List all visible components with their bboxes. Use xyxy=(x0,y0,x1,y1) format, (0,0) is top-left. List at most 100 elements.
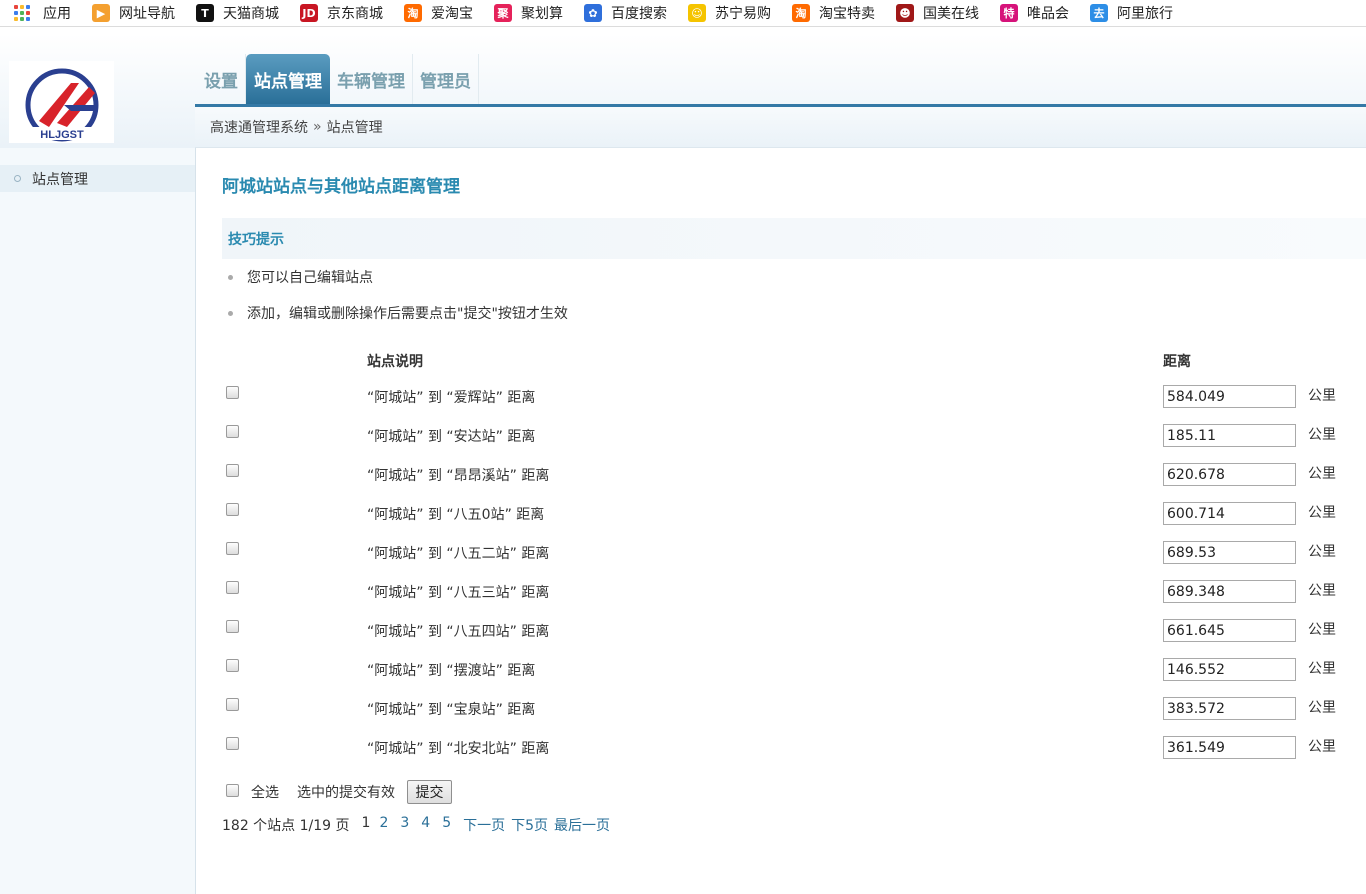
gome-icon: ☻ xyxy=(896,4,914,22)
column-header-desc: 站点说明 xyxy=(367,354,423,370)
unit-label: 公里 xyxy=(1308,700,1336,716)
next-page-link[interactable]: 下一页 xyxy=(463,815,505,835)
baidu-paw-icon: ✿ xyxy=(584,4,602,22)
page-link-1[interactable]: 1 xyxy=(362,815,371,835)
bookmark-tmall[interactable]: T 天猫商城 xyxy=(196,3,279,23)
header: HLJGST 设置 站点管理 车辆管理 管理员 高速通管理系统 » 站点管理 xyxy=(0,34,1366,148)
select-hint: 选中的提交有效 xyxy=(297,785,395,801)
select-all-checkbox[interactable] xyxy=(226,784,239,797)
tab-2[interactable]: 车辆管理 xyxy=(330,54,413,104)
table-footer: 全选 选中的提交有效 提交 xyxy=(196,780,1366,804)
breadcrumb: 高速通管理系统 » 站点管理 xyxy=(195,107,1366,148)
last-page-link[interactable]: 最后一页 xyxy=(554,815,610,835)
row-checkbox[interactable] xyxy=(226,386,239,399)
bookmark-taobao-sale[interactable]: 淘淘宝特卖 xyxy=(792,3,875,23)
bookmark-gome[interactable]: ☻ 国美在线 xyxy=(896,3,979,23)
table-row: “阿城站” 到 “摆渡站” 距离 公里 xyxy=(196,658,1366,697)
breadcrumb-current: 站点管理 xyxy=(326,120,383,136)
svg-text:HLJGST: HLJGST xyxy=(40,129,84,141)
page-link-4[interactable]: 4 xyxy=(421,815,430,835)
taobao-icon: 淘 xyxy=(404,4,422,22)
unit-label: 公里 xyxy=(1308,466,1336,482)
bullet-icon xyxy=(228,274,233,280)
tip-text: 添加，编辑或删除操作后需要点击"提交"按钮才生效 xyxy=(247,306,568,322)
bookmark-label: 唯品会 xyxy=(1027,6,1069,22)
juhuasuan-icon: 聚 xyxy=(494,4,512,22)
bookmark-suning[interactable]: ☺ 苏宁易购 xyxy=(688,3,771,23)
page-link-5[interactable]: 5 xyxy=(442,815,451,835)
tab-1[interactable]: 站点管理 xyxy=(246,54,330,104)
bookmark-taobao[interactable]: 淘爱淘宝 xyxy=(404,3,473,23)
row-checkbox[interactable] xyxy=(226,581,239,594)
row-checkbox[interactable] xyxy=(226,425,239,438)
next-five-pages-link[interactable]: 下5页 xyxy=(511,815,548,835)
jd-icon: JD xyxy=(300,4,318,22)
distance-input[interactable] xyxy=(1163,580,1296,603)
bookmark-nav-arrow[interactable]: ▶ 网址导航 xyxy=(92,3,175,23)
bookmark-label: 网址导航 xyxy=(119,6,175,22)
tip-item: 添加，编辑或删除操作后需要点击"提交"按钮才生效 xyxy=(228,303,568,323)
unit-label: 公里 xyxy=(1308,739,1336,755)
vip-icon: 特 xyxy=(1000,4,1018,22)
table-row: “阿城站” 到 “爱辉站” 距离 公里 xyxy=(196,385,1366,424)
row-checkbox[interactable] xyxy=(226,620,239,633)
tab-3[interactable]: 管理员 xyxy=(413,54,479,104)
row-label: “阿城站” 到 “八五0站” 距离 xyxy=(367,507,545,523)
tab-0[interactable]: 设置 xyxy=(197,54,246,104)
distance-input[interactable] xyxy=(1163,424,1296,447)
page-title: 阿城站站点与其他站点距离管理 xyxy=(222,177,460,197)
table-row: “阿城站” 到 “八五0站” 距离 公里 xyxy=(196,502,1366,541)
breadcrumb-separator: » xyxy=(313,119,322,135)
bookmark-apps-grid[interactable]: 应用 xyxy=(14,3,71,23)
sidebar-item-station-management[interactable]: 站点管理 xyxy=(0,165,195,192)
tips-header: 技巧提示 xyxy=(222,218,1366,259)
bookmark-alitrip[interactable]: 去阿里旅行 xyxy=(1090,3,1173,23)
bookmark-label: 国美在线 xyxy=(923,6,979,22)
submit-button[interactable]: 提交 xyxy=(407,780,452,804)
distance-input[interactable] xyxy=(1163,736,1296,759)
page-link-3[interactable]: 3 xyxy=(400,815,409,835)
bookmark-label: 京东商城 xyxy=(327,6,383,22)
bookmark-juhuasuan[interactable]: 聚聚划算 xyxy=(494,3,563,23)
bookmark-label: 苏宁易购 xyxy=(715,6,771,22)
pager-info: 182 个站点 1/19 页 xyxy=(222,818,350,834)
distance-input[interactable] xyxy=(1163,619,1296,642)
distance-input[interactable] xyxy=(1163,658,1296,681)
bookmark-vip[interactable]: 特唯品会 xyxy=(1000,3,1069,23)
row-checkbox[interactable] xyxy=(226,503,239,516)
row-checkbox[interactable] xyxy=(226,698,239,711)
nav-arrow-icon: ▶ xyxy=(92,4,110,22)
distance-input[interactable] xyxy=(1163,463,1296,486)
row-label: “阿城站” 到 “八五三站” 距离 xyxy=(367,585,550,601)
distance-input[interactable] xyxy=(1163,502,1296,525)
bookmark-baidu-paw[interactable]: ✿ 百度搜索 xyxy=(584,3,667,23)
page-link-2[interactable]: 2 xyxy=(379,815,388,835)
bullet-icon xyxy=(14,175,21,182)
row-label: “阿城站” 到 “八五二站” 距离 xyxy=(367,546,550,562)
row-checkbox[interactable] xyxy=(226,464,239,477)
row-checkbox[interactable] xyxy=(226,659,239,672)
table-row: “阿城站” 到 “八五二站” 距离 公里 xyxy=(196,541,1366,580)
bookmarks-bar: 应用 ▶ 网址导航 T 天猫商城 JD 京东商城淘爱淘宝聚聚划算 ✿ 百度搜索 ☺ 苏宁易购淘淘宝特… xyxy=(0,0,1366,27)
row-checkbox[interactable] xyxy=(226,737,239,750)
tip-text: 您可以自己编辑站点 xyxy=(247,270,373,286)
distance-input[interactable] xyxy=(1163,385,1296,408)
breadcrumb-root[interactable]: 高速通管理系统 xyxy=(210,117,308,137)
tmall-icon: T xyxy=(196,4,214,22)
bookmark-label: 爱淘宝 xyxy=(431,6,473,22)
main-nav-tabs: 设置 站点管理 车辆管理 管理员 xyxy=(197,54,479,104)
row-checkbox[interactable] xyxy=(226,542,239,555)
table-row: “阿城站” 到 “安达站” 距离 公里 xyxy=(196,424,1366,463)
table-row: “阿城站” 到 “八五三站” 距离 公里 xyxy=(196,580,1366,619)
bullet-icon xyxy=(228,310,233,316)
unit-label: 公里 xyxy=(1308,544,1336,560)
bookmark-jd[interactable]: JD 京东商城 xyxy=(300,3,383,23)
distance-input[interactable] xyxy=(1163,541,1296,564)
row-label: “阿城站” 到 “昂昂溪站” 距离 xyxy=(367,468,550,484)
sidebar: 站点管理 xyxy=(0,148,196,894)
row-label: “阿城站” 到 “摆渡站” 距离 xyxy=(367,663,536,679)
bookmark-label: 天猫商城 xyxy=(223,6,279,22)
taobao-sale-icon: 淘 xyxy=(792,4,810,22)
distance-input[interactable] xyxy=(1163,697,1296,720)
unit-label: 公里 xyxy=(1308,583,1336,599)
